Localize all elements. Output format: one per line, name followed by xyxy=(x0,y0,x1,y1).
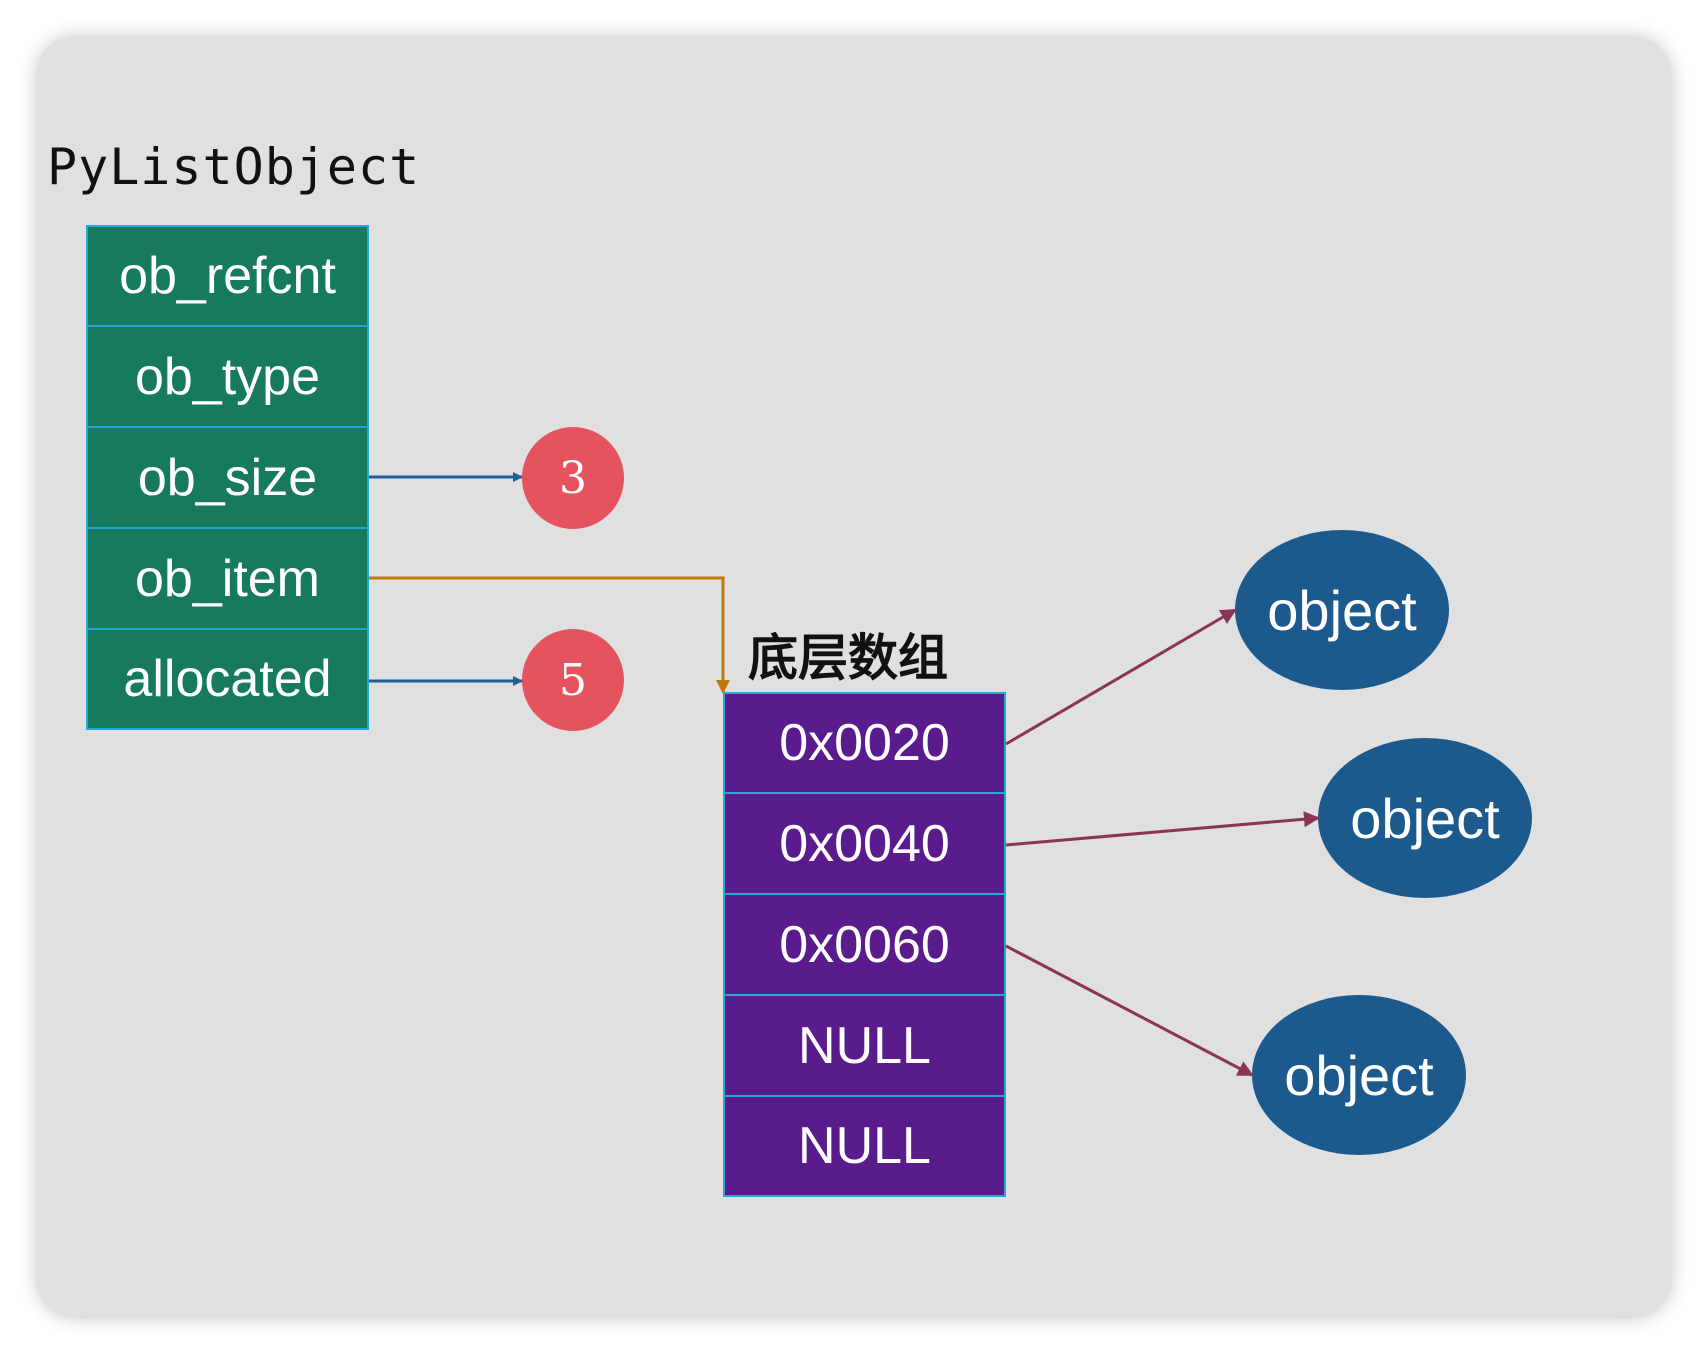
field-ob-item: ob_item xyxy=(86,528,369,629)
array-cell-1: 0x0040 xyxy=(723,793,1006,894)
array-cell-3: NULL xyxy=(723,995,1006,1096)
array-cell-0: 0x0020 xyxy=(723,692,1006,793)
underlying-array: 0x0020 0x0040 0x0060 NULL NULL xyxy=(723,692,1006,1197)
field-ob-refcnt: ob_refcnt xyxy=(86,225,369,326)
object-node-2: object xyxy=(1318,738,1532,898)
object-node-3: object xyxy=(1252,995,1466,1155)
pylistobject-struct: ob_refcnt ob_type ob_size ob_item alloca… xyxy=(86,225,369,730)
array-label: 底层数组 xyxy=(748,628,948,687)
diagram-title: PyListObject xyxy=(47,138,421,196)
ob-size-value: 3 xyxy=(522,427,624,529)
array-cell-4: NULL xyxy=(723,1096,1006,1197)
field-ob-size: ob_size xyxy=(86,427,369,528)
field-allocated: allocated xyxy=(86,629,369,730)
array-cell-2: 0x0060 xyxy=(723,894,1006,995)
field-ob-type: ob_type xyxy=(86,326,369,427)
object-node-1: object xyxy=(1235,530,1449,690)
allocated-value: 5 xyxy=(522,629,624,731)
